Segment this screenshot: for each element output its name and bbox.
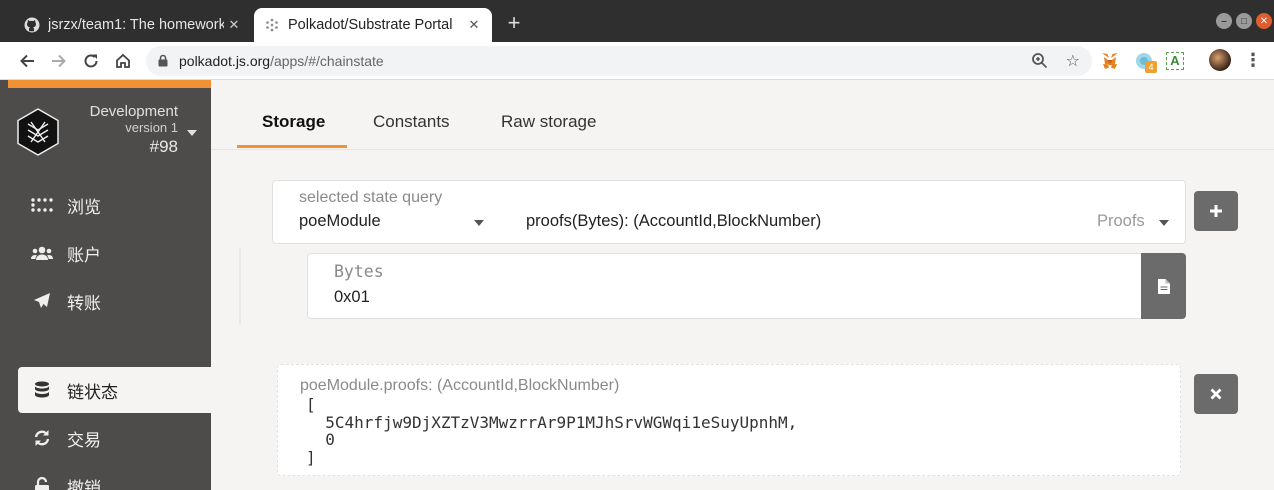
remove-result-button[interactable] — [1194, 374, 1238, 414]
chevron-down-icon[interactable] — [187, 130, 197, 136]
module-dropdown[interactable]: poeModule — [299, 212, 381, 231]
url-text: polkadot.js.org/apps/#/chainstate — [179, 53, 384, 69]
window-close-button[interactable]: ✕ — [1256, 13, 1272, 29]
url-host: polkadot.js.org — [179, 53, 271, 69]
sidebar-item-label: 撤销 — [67, 478, 101, 490]
tab-underline — [237, 145, 347, 148]
extension-letter: A — [1166, 52, 1184, 70]
unlock-icon — [30, 477, 54, 490]
reload-icon[interactable] — [80, 50, 102, 72]
chain-block-number: #98 — [149, 137, 178, 156]
tab-storage[interactable]: Storage — [262, 112, 325, 132]
tab-title: Polkadot/Substrate Portal — [288, 17, 453, 33]
sidebar-item-label: 转账 — [67, 293, 101, 313]
file-icon — [1157, 278, 1170, 294]
main-content: Storage Constants Raw storage selected s… — [211, 80, 1274, 490]
bytes-param-field[interactable]: Bytes 0x01 — [307, 253, 1186, 319]
address-bar[interactable]: polkadot.js.org/apps/#/chainstate ☆ — [146, 46, 1092, 76]
tab-raw-storage[interactable]: Raw storage — [501, 112, 596, 132]
chain-version: version 1 — [125, 120, 178, 135]
browser-tab-polkadot[interactable]: Polkadot/Substrate Portal ✕ — [254, 8, 492, 42]
chevron-down-icon[interactable] — [1159, 220, 1169, 226]
back-arrow-icon[interactable] — [16, 50, 38, 72]
result-label: poeModule.proofs: (AccountId,BlockNumber… — [300, 377, 620, 394]
sidebar-item-label: 交易 — [67, 430, 101, 450]
sidebar-item-transfer[interactable]: 转账 — [18, 278, 211, 324]
extension-a-icon[interactable]: A — [1165, 51, 1185, 71]
add-query-button[interactable] — [1194, 191, 1238, 231]
forward-arrow-icon[interactable] — [48, 50, 70, 72]
chevron-down-icon[interactable] — [474, 220, 484, 226]
query-result: poeModule.proofs: (AccountId,BlockNumber… — [277, 364, 1181, 476]
polkadot-icon — [264, 17, 280, 33]
sidebar-item-label: 链状态 — [67, 382, 118, 402]
tab-title: jsrzx/team1: The homework — [48, 17, 224, 33]
profile-avatar[interactable] — [1209, 49, 1231, 71]
new-tab-button[interactable]: + — [502, 12, 526, 36]
metamask-icon[interactable] — [1100, 51, 1120, 71]
tab-constants[interactable]: Constants — [373, 112, 450, 132]
browser-tab-github[interactable]: jsrzx/team1: The homework ✕ — [14, 8, 252, 42]
users-icon — [30, 245, 54, 261]
paper-plane-icon — [30, 292, 54, 310]
home-icon[interactable] — [112, 50, 134, 72]
state-query-selector: selected state query poeModule proofs(By… — [272, 180, 1186, 244]
sidebar-item-sudo[interactable]: 撤销 — [18, 463, 211, 490]
file-upload-button[interactable] — [1141, 253, 1186, 319]
plus-icon — [1210, 205, 1222, 217]
param-label: Bytes — [334, 262, 384, 281]
result-value: [ 5C4hrfjw9DjXZTzV3MwzrrAr9P1MJhSrvWGWqi… — [306, 395, 798, 467]
sync-icon — [30, 429, 54, 447]
param-indent-bar — [239, 248, 241, 324]
sidebar-item-extrinsics[interactable]: 交易 — [18, 415, 211, 461]
method-dropdown[interactable]: proofs(Bytes): (AccountId,BlockNumber) — [526, 212, 821, 231]
zoom-icon[interactable] — [1031, 52, 1048, 74]
bytes-input[interactable]: 0x01 — [334, 288, 370, 307]
sidebar-item-label: 账户 — [67, 245, 101, 265]
close-icon[interactable]: ✕ — [224, 15, 244, 35]
minimize-button[interactable]: – — [1216, 13, 1232, 29]
bookmark-star-icon[interactable]: ☆ — [1066, 51, 1080, 71]
database-icon — [30, 381, 54, 399]
method-doc: Proofs — [1097, 212, 1145, 230]
maximize-button[interactable]: □ — [1236, 13, 1252, 29]
close-icon — [1210, 388, 1222, 400]
sidebar-item-accounts[interactable]: 账户 — [18, 230, 211, 276]
substrate-logo-icon[interactable] — [16, 108, 60, 156]
browser-tab-bar: jsrzx/team1: The homework ✕ Polkadot/Sub… — [0, 0, 1274, 42]
github-icon — [24, 17, 40, 33]
browser-toolbar: polkadot.js.org/apps/#/chainstate ☆ A — [0, 42, 1274, 80]
query-label: selected state query — [299, 189, 443, 206]
sidebar-item-chainstate[interactable]: 链状态 — [18, 367, 211, 413]
sidebar-accent-bar — [8, 80, 211, 88]
sidebar-item-label: 浏览 — [67, 197, 101, 217]
sidebar: Development version 1 #98 浏览 账户 转账 链状态 交… — [0, 80, 211, 490]
chain-name: Development — [89, 103, 178, 120]
url-path: /apps/#/chainstate — [270, 53, 384, 69]
close-icon[interactable]: ✕ — [464, 15, 484, 35]
extension-badge: 4 — [1145, 61, 1157, 73]
lock-icon — [158, 54, 168, 72]
app-tabs: Storage Constants Raw storage — [211, 80, 1274, 150]
grid-icon — [30, 198, 54, 212]
sidebar-item-explorer[interactable]: 浏览 — [18, 182, 211, 228]
browser-menu-icon[interactable]: ⋮ — [1244, 51, 1262, 69]
